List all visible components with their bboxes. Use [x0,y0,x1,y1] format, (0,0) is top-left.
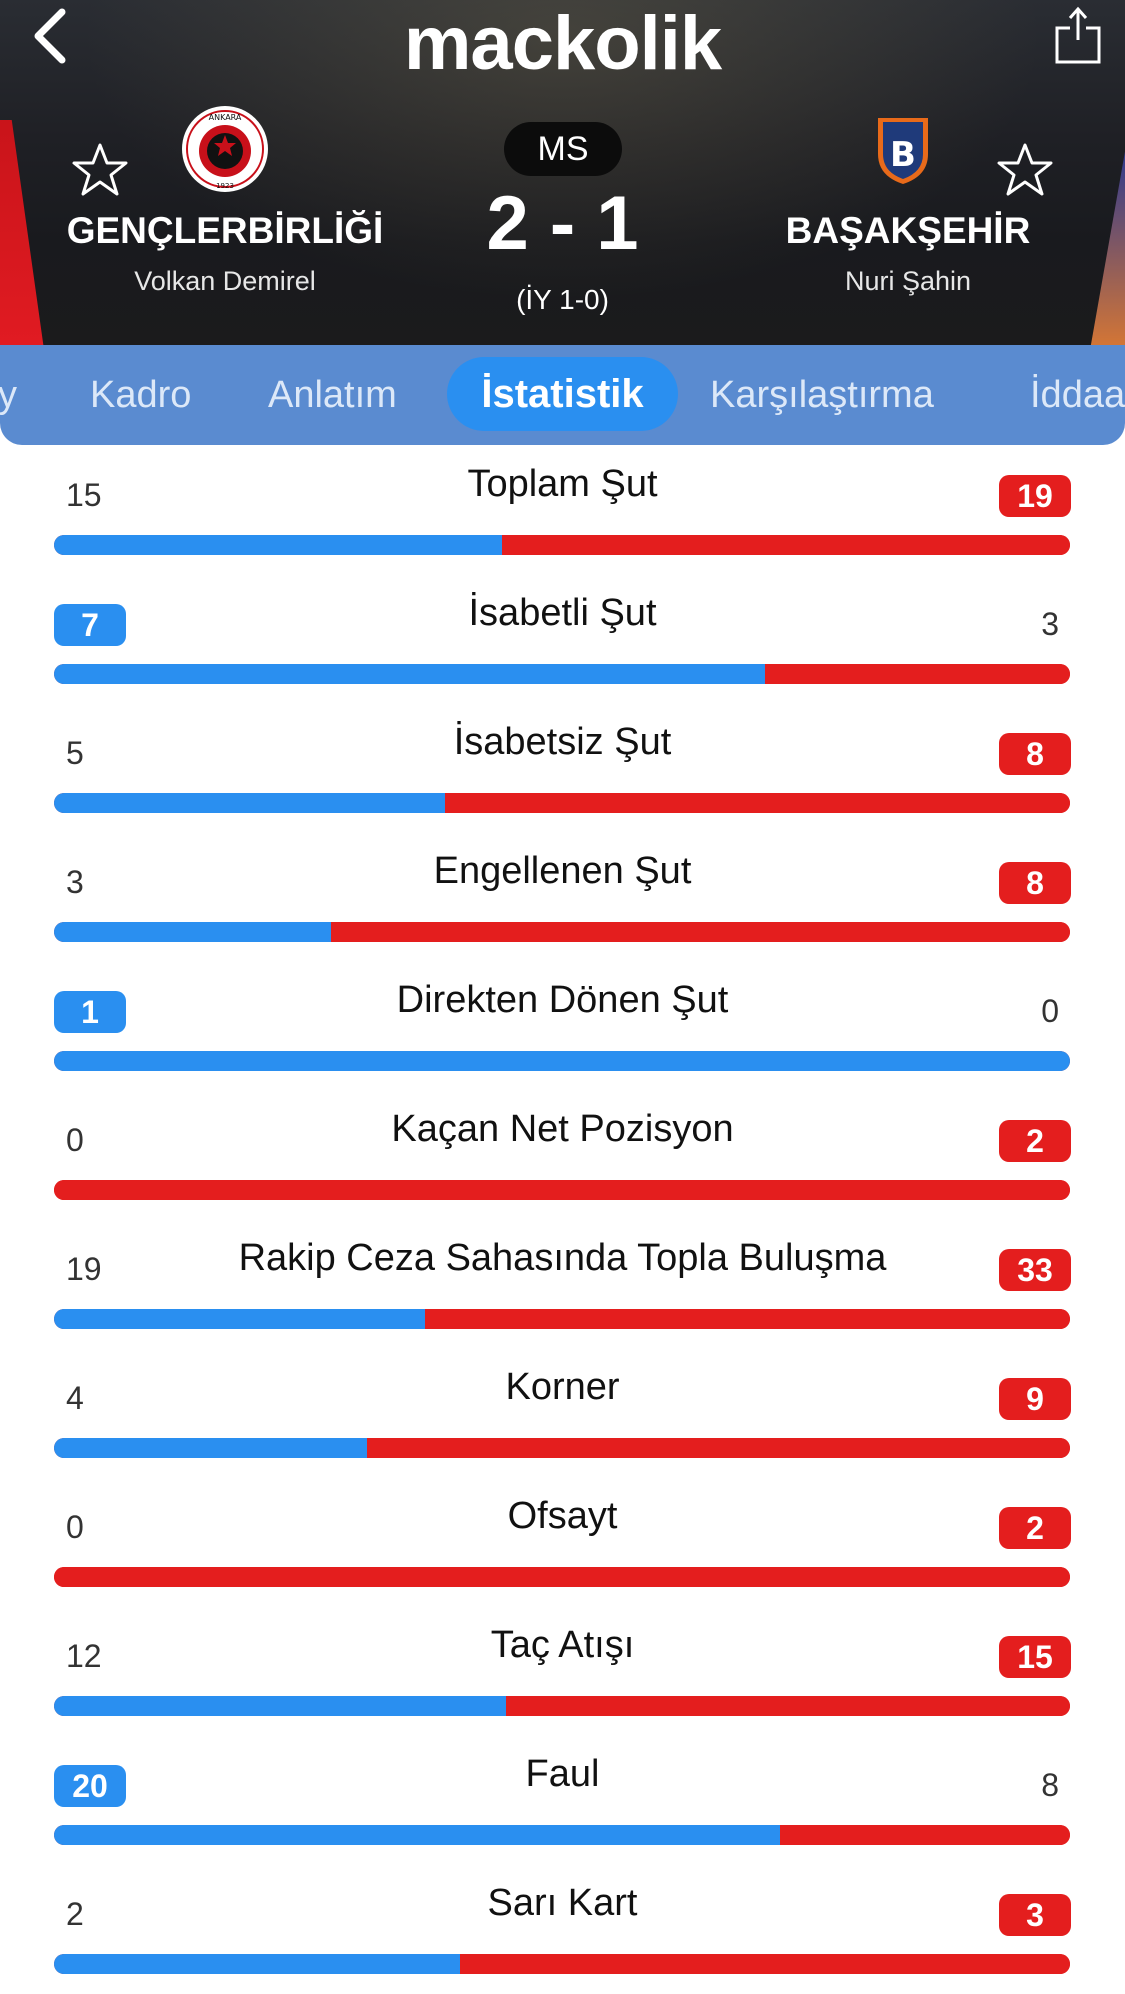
home-bar-segment [54,664,765,684]
stat-row: Direkten Dönen Şut 1 0 [0,961,1125,1090]
home-stat-value: 20 [54,1765,126,1807]
stat-label: Kaçan Net Pozisyon [391,1108,734,1150]
stat-label: İsabetsiz Şut [453,721,672,763]
tab-partial-left[interactable]: y [0,345,17,445]
stat-row: İsabetsiz Şut 5 8 [0,703,1125,832]
home-bar-segment [54,1438,367,1458]
away-bar-segment [331,922,1070,942]
stat-row: Ofsayt 0 2 [0,1477,1125,1606]
stat-comparison-bar [54,1825,1070,1845]
away-stat-value: 2 [999,1507,1071,1549]
stat-comparison-bar [54,1696,1070,1716]
away-team-coach: Nuri Şahin [844,266,972,296]
home-bar-segment [54,1825,780,1845]
stat-comparison-bar [54,535,1070,555]
stat-comparison-bar [54,1180,1070,1200]
stat-comparison-bar [54,922,1070,942]
home-stat-value: 0 [66,1122,84,1158]
home-bar-segment [54,922,331,942]
match-header: mackolik ANKARA 1923 B GENÇLERBİRLİĞİ Vo… [0,0,1125,345]
stat-comparison-bar [54,1954,1070,1974]
share-icon[interactable] [1053,4,1103,66]
stat-label: İsabetli Şut [468,592,657,634]
stat-label: Direkten Dönen Şut [396,979,729,1021]
away-stat-value: 9 [999,1378,1071,1420]
away-stat-value: 8 [999,862,1071,904]
stat-row: İsabetli Şut 7 3 [0,574,1125,703]
home-bar-segment [54,1954,460,1974]
home-stat-value: 3 [66,864,84,900]
away-stat-value: 8 [1041,1767,1059,1803]
stat-label: Rakip Ceza Sahasında Topla Buluşma [238,1237,887,1279]
tab-kadro[interactable]: Kadro [90,345,191,445]
tab-iddaa[interactable]: İddaa [1030,345,1125,445]
away-stat-value: 19 [999,475,1071,517]
app-logo: mackolik [403,1,722,86]
home-bar-segment [54,535,502,555]
away-bar-segment [502,535,1070,555]
stat-row: Toplam Şut 15 19 [0,445,1125,574]
home-bar-segment [54,793,445,813]
stat-comparison-bar [54,1438,1070,1458]
stat-row: Taç Atışı 12 15 [0,1606,1125,1735]
home-stat-value: 12 [66,1638,102,1674]
away-bar-segment [54,1180,1070,1200]
stat-comparison-bar [54,1309,1070,1329]
away-bar-segment [54,1567,1070,1587]
stat-label: Faul [525,1753,600,1795]
away-bar-segment [425,1309,1070,1329]
basaksehir-crest-icon: B [878,118,928,184]
stat-row: Korner 4 9 [0,1348,1125,1477]
tab-karsilastirma[interactable]: Karşılaştırma [710,345,934,445]
away-bar-segment [506,1696,1070,1716]
stat-comparison-bar [54,793,1070,813]
home-stat-value: 2 [66,1896,84,1932]
stat-row: Faul 20 8 [0,1735,1125,1864]
crest-text: ANKARA [209,113,242,122]
home-bar-segment [54,1051,1070,1071]
away-stat-value: 2 [999,1120,1071,1162]
stat-label: Engellenen Şut [433,850,692,892]
tab-anlatim[interactable]: Anlatım [268,345,397,445]
home-stat-value: 15 [66,477,102,513]
home-bar-segment [54,1309,425,1329]
away-bar-segment [445,793,1070,813]
stat-comparison-bar [54,1051,1070,1071]
away-bar-segment [780,1825,1070,1845]
away-stat-value: 3 [1041,606,1059,642]
stat-label: Korner [505,1366,620,1408]
tab-bar: y Kadro Anlatım İstatistik Karşılaştırma… [0,345,1125,445]
match-status-badge: MS [504,122,622,176]
stat-comparison-bar [54,664,1070,684]
stat-label: Ofsayt [507,1495,618,1537]
stat-label: Taç Atışı [490,1624,635,1666]
tab-istatistik[interactable]: İstatistik [447,357,678,431]
crest-letter: B [890,135,916,175]
home-stat-value: 1 [54,991,126,1033]
away-team-name[interactable]: BAŞAKŞEHİR [708,210,1108,252]
stat-comparison-bar [54,1567,1070,1587]
away-stat-value: 33 [999,1249,1071,1291]
away-stat-value: 8 [999,733,1071,775]
away-bar-segment [765,664,1070,684]
home-stat-value: 5 [66,735,84,771]
away-stat-value: 15 [999,1636,1071,1678]
home-stat-value: 0 [66,1509,84,1545]
away-stat-value: 0 [1041,993,1059,1029]
home-bar-segment [54,1696,506,1716]
stat-label: Toplam Şut [467,463,658,505]
home-stat-value: 19 [66,1251,102,1287]
stat-row: Engellenen Şut 3 8 [0,832,1125,961]
away-stat-value: 3 [999,1894,1071,1936]
away-bar-segment [367,1438,1070,1458]
stat-row: Rakip Ceza Sahasında Topla Buluşma 19 33 [0,1219,1125,1348]
home-stat-value: 7 [54,604,126,646]
stat-row: Sarı Kart 2 3 [0,1864,1125,1993]
stat-label: Sarı Kart [487,1882,638,1924]
away-bar-segment [460,1954,1070,1974]
home-stat-value: 4 [66,1380,84,1416]
stat-row: Kaçan Net Pozisyon 0 2 [0,1090,1125,1219]
